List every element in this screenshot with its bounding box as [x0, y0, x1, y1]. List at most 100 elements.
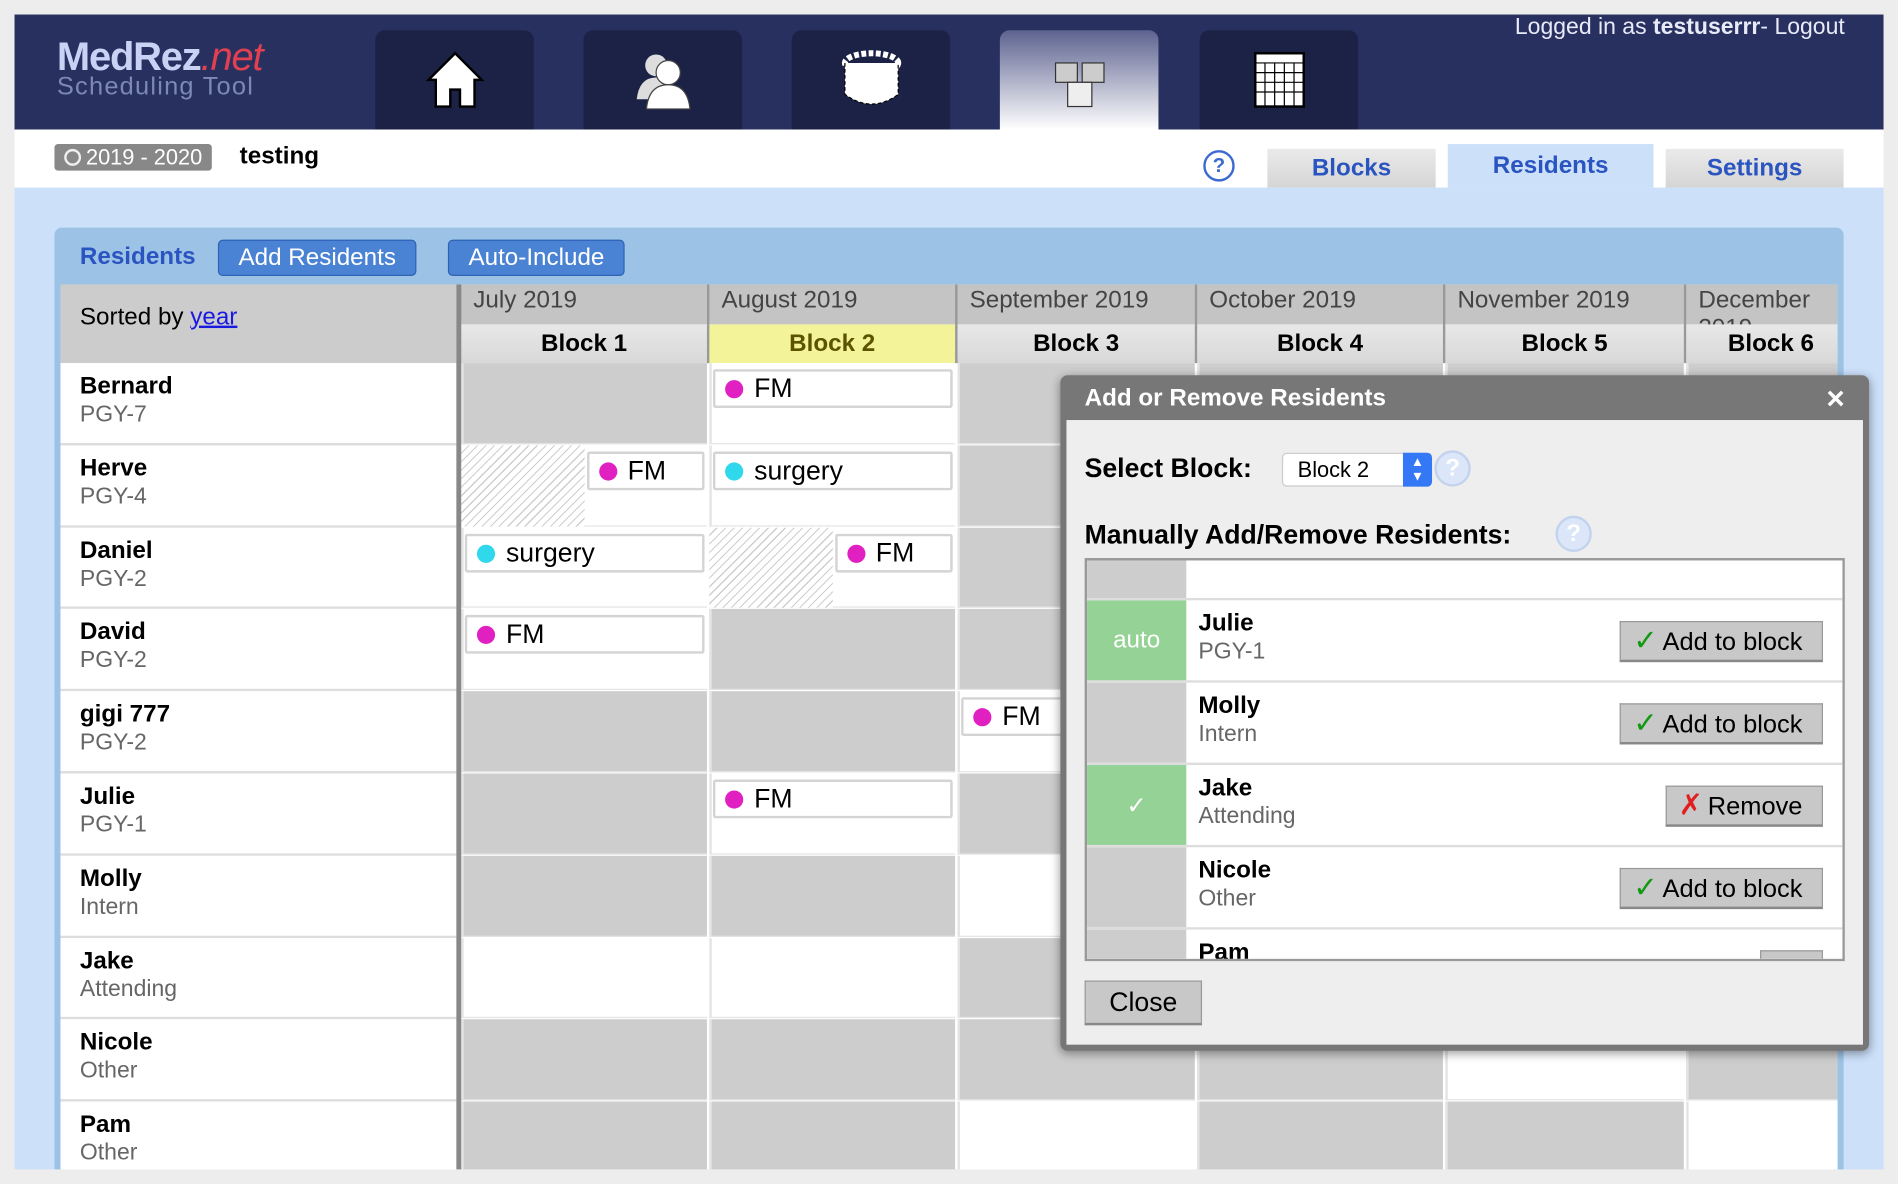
close-icon[interactable]: × [1826, 380, 1844, 418]
check-icon: ✓ [1773, 954, 1797, 959]
month-header: October 2019 [1194, 284, 1443, 325]
rotation-entry[interactable]: FM [464, 615, 705, 655]
month-header: September 2019 [955, 284, 1195, 325]
sort-label: Sorted by year [60, 284, 457, 364]
nav-blocks[interactable] [999, 30, 1159, 130]
logout-link[interactable]: - Logout [1760, 15, 1844, 40]
block-header[interactable]: Block 2 [706, 324, 956, 364]
schedule-cell[interactable] [709, 937, 956, 1019]
resident-name: Daniel [79, 536, 153, 564]
resident-row-name[interactable]: Bernard PGY-7 [60, 363, 457, 446]
nav-rotations[interactable] [791, 30, 951, 130]
block-header[interactable]: Block 3 [955, 324, 1195, 364]
list-item: Pam ✓ [1087, 929, 1843, 962]
rotation-entry[interactable]: FM [712, 369, 953, 408]
schedule-cell[interactable] [461, 691, 707, 773]
resident-level: PGY-7 [79, 401, 147, 428]
select-arrows-icon: ▲ ▼ [1402, 452, 1433, 487]
tab-settings[interactable]: Settings [1665, 148, 1844, 188]
add-to-block-button[interactable]: ✓ Add to block [1620, 703, 1824, 745]
button-label: Add to block [1662, 710, 1803, 739]
schedule-cell[interactable] [461, 937, 707, 1019]
resident-level: PGY-2 [79, 648, 147, 674]
schedule-cell[interactable] [461, 855, 707, 937]
resident-row-name[interactable]: Pam Other [60, 1101, 457, 1170]
schedule-cell[interactable] [709, 1101, 956, 1170]
resident-info: Jake Attending [1198, 775, 1295, 831]
add-to-block-button[interactable]: ✓ Add to block [1620, 867, 1824, 910]
sub-bar: 2019 - 2020 testing ? Blocks Residents S… [14, 129, 1884, 188]
sort-year-link[interactable]: year [190, 304, 237, 331]
help-icon[interactable]: ? [1434, 450, 1471, 487]
list-item: ✓ Jake Attending ✗ Remove [1087, 765, 1843, 848]
block-header[interactable]: Block 5 [1442, 324, 1684, 364]
nav-home[interactable] [375, 30, 534, 130]
year-badge[interactable]: 2019 - 2020 [54, 144, 212, 171]
schedule-cell[interactable] [461, 1019, 707, 1101]
schedule-cell[interactable] [461, 773, 707, 855]
resident-name: Molly [1198, 692, 1261, 720]
resident-row-name[interactable]: Herve PGY-4 [60, 445, 457, 528]
auto-include-button[interactable]: Auto-Include [447, 239, 625, 276]
resident-level: Other [1198, 886, 1256, 912]
schedule-cell[interactable] [461, 1101, 707, 1170]
included-check-icon: ✓ [1087, 765, 1187, 845]
schedule-cell[interactable] [957, 1101, 1195, 1170]
rotation-entry[interactable]: FM [712, 779, 953, 819]
help-icon[interactable]: ? [1555, 515, 1592, 552]
resident-name: Julie [79, 783, 136, 810]
resident-row-name[interactable]: Daniel PGY-2 [60, 527, 457, 610]
rotation-entry[interactable]: surgery [712, 451, 953, 491]
rotation-entry[interactable]: FM [834, 533, 953, 573]
resident-list[interactable]: PGY-2✓Add to blockautoJuliePGY-1✓Add to … [1084, 558, 1845, 962]
resident-row-name[interactable]: Nicole Other [60, 1019, 457, 1102]
rotation-entry[interactable]: surgery [464, 533, 705, 573]
resident-name: Jake [1198, 774, 1253, 802]
add-remove-residents-dialog: Add or Remove Residents × Select Block: … [1060, 375, 1870, 1051]
calendar-icon [1253, 52, 1305, 108]
resident-name: Molly [79, 865, 142, 892]
schedule-cell[interactable] [1197, 1101, 1443, 1170]
resident-row-name[interactable]: David PGY-2 [60, 609, 457, 692]
remove-button[interactable]: ✗ Remove [1665, 785, 1824, 827]
button-label: Add to block [1662, 875, 1803, 904]
resident-level: Intern [79, 894, 139, 920]
resident-row-name[interactable]: Molly Intern [60, 855, 457, 938]
nav-calendar[interactable] [1199, 30, 1359, 130]
tab-blocks[interactable]: Blocks [1267, 148, 1436, 188]
schedule-cell[interactable] [1686, 1101, 1838, 1170]
add-to-block-button[interactable]: ✓ Add to block [1620, 620, 1824, 663]
list-item: Nicole Other ✓ Add to block [1087, 847, 1843, 930]
add-to-block-button[interactable]: ✓ [1759, 950, 1824, 959]
schedule-cell[interactable] [461, 363, 707, 445]
add-residents-button[interactable]: Add Residents [217, 239, 417, 276]
close-button[interactable]: Close [1084, 980, 1203, 1026]
resident-row-name[interactable]: Julie PGY-1 [60, 773, 457, 856]
month-header: November 2019 [1442, 284, 1684, 325]
nav-residents[interactable] [583, 30, 743, 130]
button-label: Add to block [1662, 628, 1803, 657]
help-icon[interactable]: ? [1203, 150, 1235, 182]
status-cell [1087, 682, 1187, 763]
block-header[interactable]: Block 6 [1683, 324, 1838, 364]
schedule-cell[interactable] [1445, 1101, 1684, 1170]
schedule-cell[interactable] [709, 609, 956, 691]
tab-residents[interactable]: Residents [1447, 144, 1654, 188]
block-header[interactable]: Block 4 [1194, 324, 1443, 364]
top-header: MedRez.net Scheduling Tool Logged in as … [14, 14, 1884, 130]
resident-name: Julie [1198, 610, 1254, 637]
resident-row-name[interactable]: gigi 777 PGY-2 [60, 691, 457, 774]
schedule-cell[interactable] [709, 1019, 956, 1101]
auto-status: auto [1087, 600, 1187, 681]
rotation-entry[interactable]: FM [586, 451, 705, 491]
schedule-cell[interactable] [709, 855, 956, 937]
resident-name: Bernard [79, 372, 173, 400]
schedule-cell[interactable] [709, 691, 956, 773]
resident-row-name[interactable]: Jake Attending [60, 937, 457, 1020]
resident-level: PGY-4 [79, 483, 147, 510]
resident-name: Pam [1198, 939, 1250, 962]
block-header[interactable]: Block 1 [458, 324, 707, 364]
resident-info: Nicole Other [1198, 857, 1271, 913]
block-select[interactable]: Block 2 ▲ ▼ [1281, 452, 1433, 487]
resident-level: Attending [1198, 803, 1296, 830]
